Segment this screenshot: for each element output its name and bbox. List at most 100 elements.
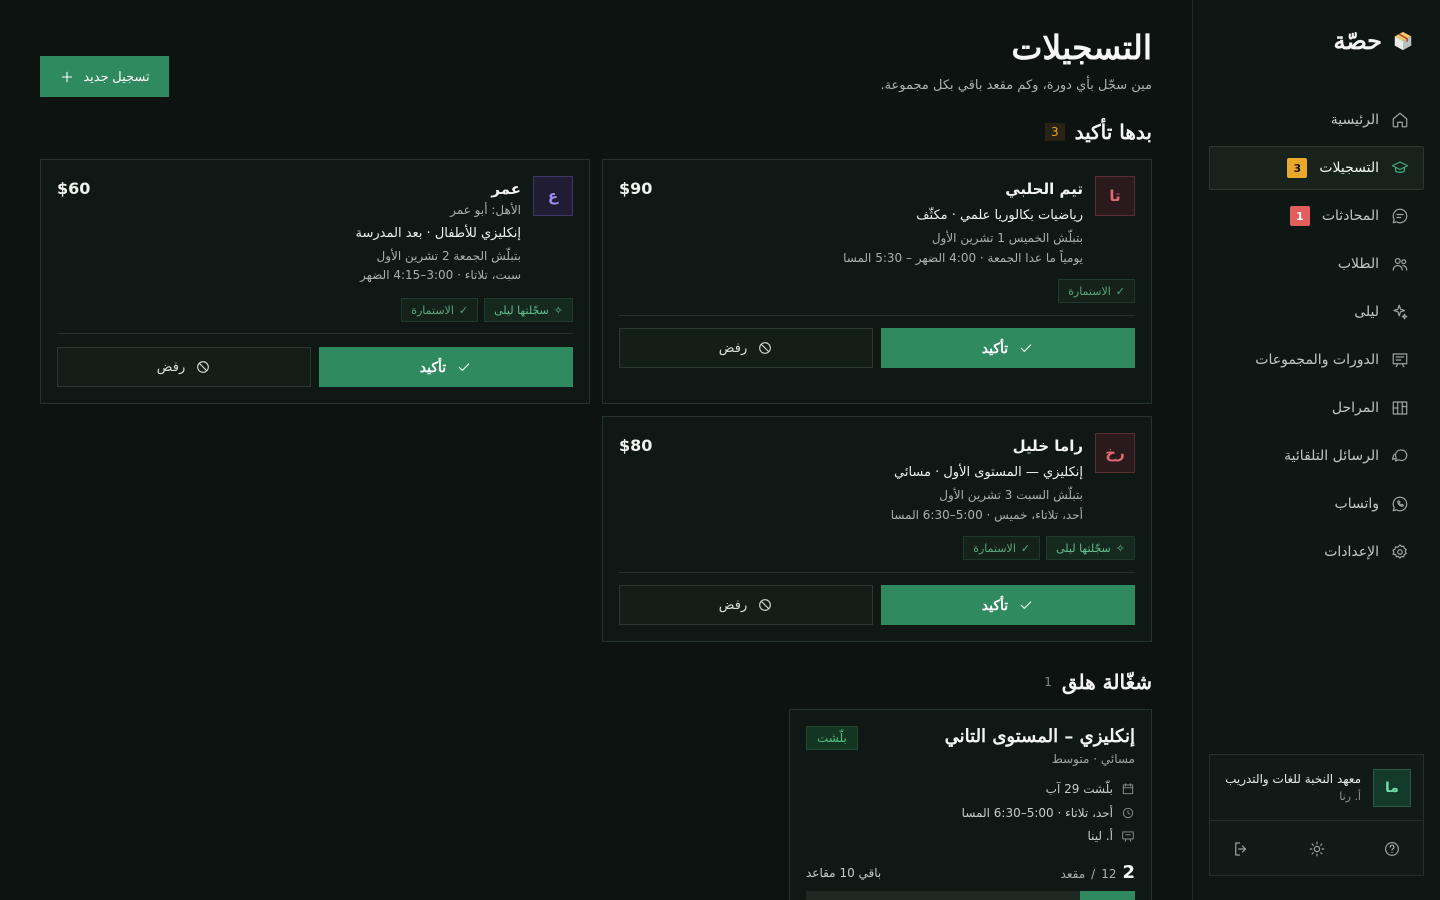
nav-item-whatsapp[interactable]: واتساب — [1209, 482, 1424, 526]
check-icon — [1021, 344, 1032, 352]
org-panel: ما معهد النخبة للغات والتدريب أ. رنا — [1209, 754, 1424, 876]
schedule: يومياً ما عدا الجمعة · 4:00 الضهر – 5:30… — [843, 251, 1083, 265]
price: $60 — [57, 179, 91, 198]
separator: / — [1091, 867, 1096, 881]
nav-item-stages[interactable]: المراحل — [1209, 386, 1424, 430]
nav-item-enrollments[interactable]: التسجيلات 3 — [1209, 146, 1424, 190]
logout-icon[interactable] — [1232, 840, 1250, 858]
capacity: 12 — [1101, 867, 1117, 881]
group-teacher: أ. لينا — [1087, 829, 1113, 843]
sidebar: حصّة الرئيسية التسجيلات 3 المحادثات 1 ال… — [1192, 0, 1440, 900]
reject-button[interactable]: رفض — [619, 328, 873, 368]
tags: ✧ سجّلتها ليلى ✓ الاستمارة — [963, 536, 1135, 560]
course-name: إنكليزي — المستوى الأول — [943, 465, 1083, 480]
reject-label: رفض — [718, 340, 748, 355]
new-enrollment-button[interactable]: تسجيل جديد — [40, 56, 169, 97]
confirm-button[interactable]: تأكيد — [881, 328, 1135, 368]
check-icon: ✓ — [1115, 284, 1125, 298]
pending-section-title: بدها تأكيد — [1074, 120, 1152, 144]
capacity-bar-fill — [1080, 891, 1135, 900]
nav-label: المحادثات — [1321, 208, 1379, 224]
brand-name: حصّة — [1333, 26, 1382, 55]
org-text: معهد النخبة للغات والتدريب أ. رنا — [1221, 772, 1361, 803]
ban-icon — [759, 342, 772, 354]
group-schedule-row: أحد، تلاتاء · 5:00–6:30 المسا — [962, 806, 1135, 820]
group-title: إنكليزي – المستوى التاني — [944, 726, 1135, 747]
seat-word: مقعد — [1060, 867, 1086, 881]
tag-label: الاستمارة — [1068, 284, 1111, 298]
check-icon: ✓ — [1020, 541, 1031, 555]
student-name: عمر — [491, 180, 521, 198]
nav-label: المراحل — [1331, 400, 1379, 416]
group-card[interactable]: إنكليزي – المستوى التاني مسائي · متوسط ب… — [789, 709, 1152, 900]
seats-remaining: باقي 10 مقاعد — [806, 866, 882, 880]
nav-label: واتساب — [1334, 496, 1379, 512]
ban-icon — [197, 361, 210, 373]
price: $80 — [619, 436, 653, 455]
nav-item-home[interactable]: الرئيسية — [1209, 98, 1424, 142]
tag-label: الاستمارة — [411, 303, 454, 317]
nav-item-courses[interactable]: الدورات والمجموعات — [1209, 338, 1424, 382]
confirm-label: تأكيد — [981, 339, 1009, 356]
brand[interactable]: حصّة — [1333, 26, 1414, 55]
nav-item-auto-messages[interactable]: الرسائل التلقائية — [1209, 434, 1424, 478]
gear-icon — [1392, 544, 1407, 559]
main-nav: الرئيسية التسجيلات 3 المحادثات 1 الطلاب … — [1209, 98, 1424, 578]
course-mode: · بعد المدرسة — [355, 226, 435, 241]
help-icon[interactable] — [1383, 840, 1401, 858]
confirm-label: تأكيد — [419, 358, 447, 375]
reject-button[interactable]: رفض — [57, 347, 311, 387]
nav-label: الرئيسية — [1330, 112, 1379, 128]
group-start: بلّشت 29 آب — [1045, 782, 1113, 796]
course-line: رياضيات بكالوريا علمي · مكثّف — [916, 208, 1083, 223]
sparkle-icon: ✧ — [1115, 541, 1125, 555]
ai-tag: ✧ سجّلتها ليلى — [1046, 536, 1135, 560]
nav-label: الطلاب — [1337, 256, 1379, 272]
main-content: التسجيلات مين سجّل بأي دورة، وكم مقعد با… — [40, 0, 1152, 900]
nav-item-settings[interactable]: الإعدادات — [1209, 530, 1424, 574]
tag-label: سجّلتها ليلى — [1056, 541, 1111, 555]
divider — [619, 315, 1135, 316]
org-info[interactable]: ما معهد النخبة للغات والتدريب أ. رنا — [1210, 755, 1423, 821]
chat-bubble-icon — [1392, 208, 1408, 224]
check-icon — [459, 363, 470, 371]
confirm-button[interactable]: تأكيد — [319, 347, 573, 387]
course-name: إنكليزي للأطفال — [434, 226, 521, 241]
nav-item-laila[interactable]: ليلى — [1209, 290, 1424, 334]
group-start-row: بلّشت 29 آب — [1046, 782, 1135, 796]
nav-item-students[interactable]: الطلاب — [1209, 242, 1424, 286]
student-name: تيم الحلبي — [1005, 180, 1083, 198]
form-tag: ✓ الاستمارة — [963, 536, 1041, 560]
enrollment-card: رخ راما خليل $80 إنكليزي — المستوى الأول… — [602, 416, 1152, 642]
messages-icon — [1391, 449, 1408, 462]
sun-icon[interactable] — [1308, 840, 1326, 858]
divider — [619, 572, 1135, 573]
cube-logo-icon — [1394, 31, 1412, 50]
student-avatar: ع — [533, 176, 573, 216]
start-date: بتبلّش الخميس 1 تشرين الأول — [931, 231, 1083, 245]
seat-count: 2 12 / مقعد — [1061, 862, 1135, 883]
status-badge: بلّشت — [806, 726, 858, 750]
course-mode: · مكثّف — [916, 208, 960, 223]
sparkles-icon — [1393, 304, 1408, 320]
group-teacher-row: أ. لينا — [1087, 829, 1135, 843]
ban-icon — [759, 599, 772, 611]
pending-count: 3 — [1044, 123, 1065, 141]
groups-section-header: شغّالة هلق 1 — [1044, 670, 1152, 694]
reject-button[interactable]: رفض — [619, 585, 873, 625]
enrollment-card: تا تيم الحلبي $90 رياضيات بكالوريا علمي … — [602, 159, 1152, 404]
org-user: أ. رنا — [1339, 790, 1361, 803]
divider — [57, 333, 573, 334]
confirm-button[interactable]: تأكيد — [881, 585, 1135, 625]
ai-tag: ✧ سجّلتها ليلى — [484, 298, 573, 322]
check-icon — [1021, 601, 1032, 609]
nav-label: الإعدادات — [1324, 544, 1379, 560]
course-name: رياضيات بكالوريا علمي — [960, 208, 1083, 223]
reject-label: رفض — [156, 359, 186, 374]
schedule: أحد، تلاتاء، خميس · 5:00–6:30 المسا — [890, 508, 1083, 522]
nav-item-conversations[interactable]: المحادثات 1 — [1209, 194, 1424, 238]
pending-section-header: بدها تأكيد 3 — [1044, 120, 1152, 144]
student-avatar: تا — [1095, 176, 1135, 216]
enrolled-count: 2 — [1122, 862, 1135, 883]
chalkboard-icon — [1392, 353, 1408, 368]
